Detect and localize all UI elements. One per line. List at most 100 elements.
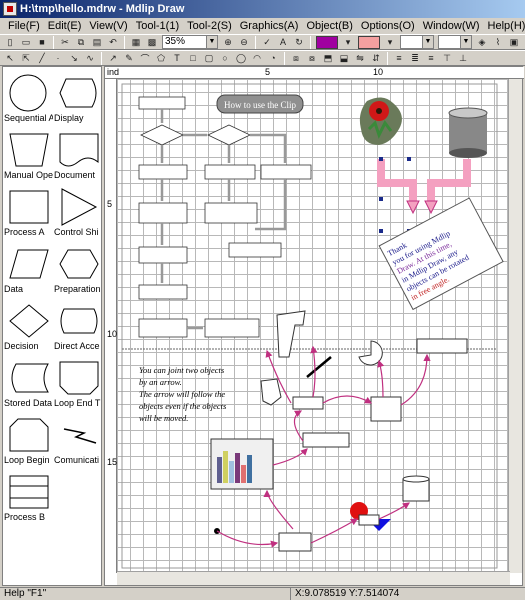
pink-arrow[interactable]	[427, 159, 471, 203]
thank-you-note[interactable]: Thank you for using Mdlip Draw. At this …	[378, 197, 504, 311]
palette-item-stored-data[interactable]: Stored Data	[3, 352, 53, 409]
line-width-select[interactable]: ▼	[400, 35, 434, 49]
database-cylinder[interactable]	[449, 113, 487, 153]
diagram-box[interactable]	[358, 514, 380, 526]
line-object[interactable]	[306, 356, 332, 378]
pink-arrow[interactable]	[377, 159, 417, 203]
save-icon[interactable]: ■	[35, 36, 49, 49]
connector-arrow[interactable]	[322, 395, 373, 404]
menu-tool-2[interactable]: Tool-2(S)	[183, 18, 236, 34]
connector-arrow[interactable]	[400, 353, 431, 406]
zoom-out-icon[interactable]: ⊖	[237, 36, 251, 49]
connector-arrow[interactable]	[216, 530, 279, 548]
palette-item-process-a[interactable]: Process A	[3, 181, 53, 238]
arc-tool-icon[interactable]: ◠	[250, 52, 264, 65]
diagram-box[interactable]	[292, 396, 324, 410]
palette-item-process-b[interactable]: Process B	[3, 466, 53, 523]
menu-object[interactable]: Object(B)	[302, 18, 356, 34]
line-color-swatch[interactable]	[316, 35, 338, 49]
pie-tool-icon[interactable]: ◔	[266, 52, 280, 65]
palette-item-preparation[interactable]: Preparation	[53, 238, 101, 295]
flip-horizontal-icon[interactable]: ⇋	[353, 52, 367, 65]
undo-icon[interactable]: ↶	[106, 36, 120, 49]
send-back-icon[interactable]: ⬓	[337, 52, 351, 65]
connector-arrow[interactable]	[293, 410, 304, 442]
zoom-select[interactable]: 35% ▼	[162, 35, 218, 49]
flip-vertical-icon[interactable]: ⇵	[369, 52, 383, 65]
new-file-icon[interactable]: ▯	[3, 36, 17, 49]
flow-box[interactable]	[204, 318, 260, 338]
connector-arrow[interactable]	[377, 359, 385, 398]
bring-front-icon[interactable]: ⬒	[321, 52, 335, 65]
flow-decision[interactable]	[207, 124, 251, 146]
palette-item-communication[interactable]: Comunicati	[53, 409, 101, 466]
chevron-down-icon[interactable]: ▼	[460, 36, 471, 48]
flow-box[interactable]	[260, 164, 312, 180]
drawing-page[interactable]: How to use the Clip Thank you for using …	[117, 79, 510, 573]
snap-icon[interactable]: ▩	[145, 36, 159, 49]
open-folder-icon[interactable]: ▭	[19, 36, 33, 49]
zoom-in-icon[interactable]: ⊕	[221, 36, 235, 49]
rectangle-tool-icon[interactable]: □	[186, 52, 200, 65]
fill-bucket-icon[interactable]: ◈	[475, 36, 489, 49]
menu-help[interactable]: Help(H)	[484, 18, 525, 34]
flow-box[interactable]	[138, 284, 188, 300]
circle-tool-icon[interactable]: ◯	[234, 52, 248, 65]
rotated-shape[interactable]	[260, 378, 282, 406]
selection-handle[interactable]	[379, 229, 383, 233]
text-tool-icon[interactable]: T	[170, 52, 184, 65]
connector-arrow[interactable]	[378, 502, 410, 520]
select-arrow-icon[interactable]: ↖	[3, 52, 17, 65]
chevron-down-icon[interactable]: ▼	[422, 36, 433, 48]
properties-icon[interactable]: ▣	[507, 36, 521, 49]
flow-decision[interactable]	[140, 124, 184, 146]
align-center-icon[interactable]: ≣	[408, 52, 422, 65]
grid-icon[interactable]: ▦	[129, 36, 143, 49]
vertical-scrollbar[interactable]	[508, 79, 522, 573]
menu-view[interactable]: View(V)	[85, 18, 131, 34]
flow-arrow[interactable]	[250, 133, 287, 163]
menu-file[interactable]: File(F)	[4, 18, 44, 34]
diagram-box[interactable]	[302, 432, 350, 448]
eyedropper-icon[interactable]: ⌇	[491, 36, 505, 49]
selection-handle[interactable]	[379, 157, 383, 161]
app-icon[interactable]	[3, 2, 17, 16]
cut-icon[interactable]: ✂	[58, 36, 72, 49]
multi-select-icon[interactable]: ⇱	[19, 52, 33, 65]
arrow-line-icon[interactable]: ↗	[106, 52, 120, 65]
palette-item-loop-end[interactable]: Loop End T	[53, 352, 101, 409]
palette-item-document[interactable]: Document	[53, 124, 101, 181]
diagram-box[interactable]	[278, 532, 312, 552]
diagram-box[interactable]	[370, 396, 402, 422]
connector-arrow[interactable]	[310, 518, 359, 544]
paste-icon[interactable]: ▤	[90, 36, 104, 49]
palette-item-manual-operation[interactable]: Manual Ope	[3, 124, 53, 181]
line-tool-icon[interactable]: ╱	[35, 52, 49, 65]
selection-handle[interactable]	[407, 157, 411, 161]
fill-color-swatch[interactable]	[358, 35, 380, 49]
flow-box[interactable]	[138, 246, 188, 264]
palette-item-loop-begin[interactable]: Loop Begin	[3, 409, 53, 466]
copy-icon[interactable]: ⧉	[74, 36, 88, 49]
flow-box[interactable]	[138, 318, 188, 338]
polygon-icon[interactable]: ⬠	[154, 52, 168, 65]
palette-item-sequential-a[interactable]: Sequential A	[3, 67, 53, 124]
text-font-icon[interactable]: A	[276, 36, 290, 49]
connector-tool-icon[interactable]: ↘	[67, 52, 81, 65]
flow-box[interactable]	[204, 202, 258, 224]
connector-arrow[interactable]	[272, 448, 308, 466]
menu-graphics[interactable]: Graphics(A)	[236, 18, 303, 34]
selection-handle[interactable]	[379, 197, 383, 201]
menu-options[interactable]: Options(O)	[357, 18, 419, 34]
menu-edit[interactable]: Edit(E)	[44, 18, 86, 34]
flow-box[interactable]	[138, 96, 186, 110]
chevron-down-icon[interactable]: ▼	[206, 36, 217, 48]
palette-item-display[interactable]: Display	[53, 67, 101, 124]
menu-window[interactable]: Window(W)	[419, 18, 484, 34]
flow-box[interactable]	[138, 202, 188, 224]
menu-tool-1[interactable]: Tool-1(1)	[132, 18, 183, 34]
flow-box[interactable]	[228, 242, 282, 258]
group-icon[interactable]: ⧈	[289, 52, 303, 65]
rotated-shape[interactable]	[276, 310, 306, 358]
palette-item-data[interactable]: Data	[3, 238, 53, 295]
